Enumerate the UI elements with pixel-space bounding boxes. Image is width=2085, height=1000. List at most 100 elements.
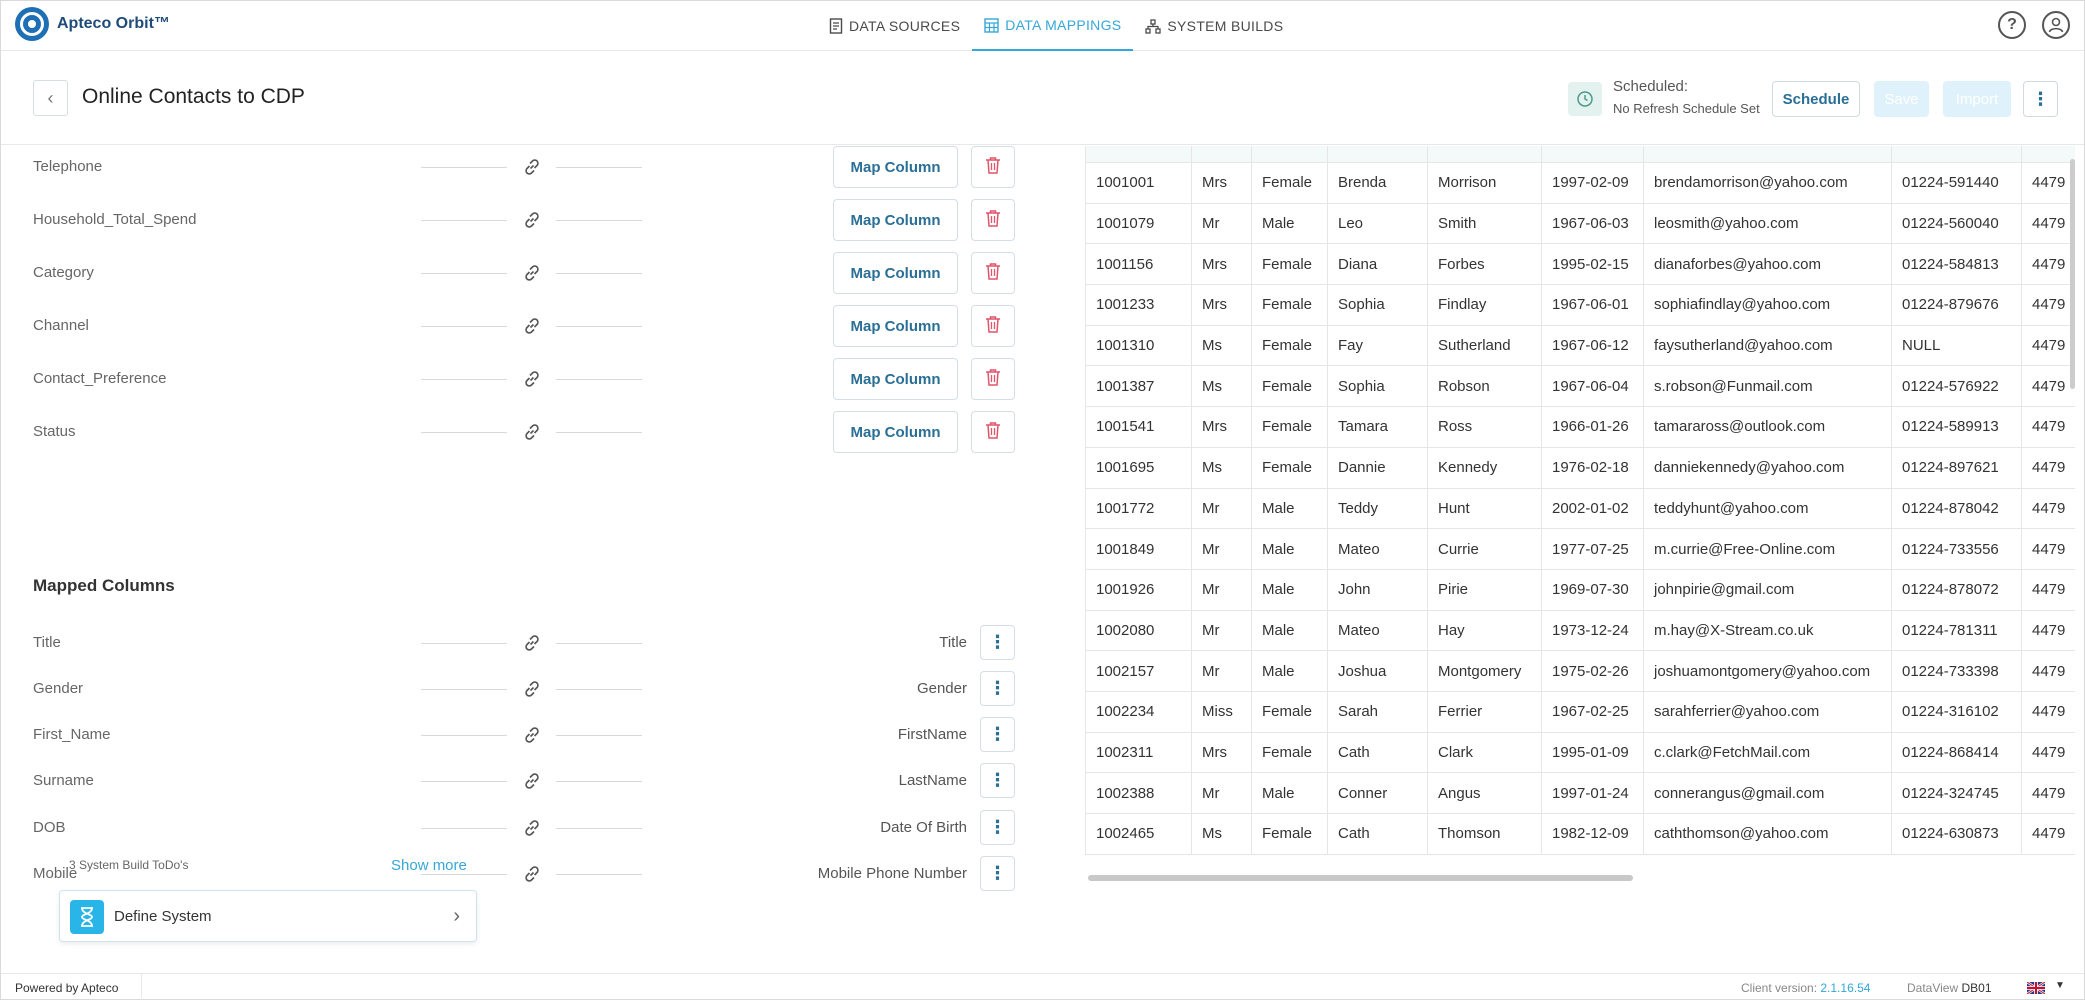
language-dropdown-caret-icon[interactable]: ▼	[2055, 980, 2065, 991]
target-field-label: Title	[939, 634, 967, 651]
table-row[interactable]: 1001541 Mrs Female Tamara Ross 1966-01-26 tama…	[1085, 406, 2075, 448]
grid-header-cell[interactable]	[1643, 146, 1892, 163]
schedule-button[interactable]: Schedule	[1772, 81, 1860, 117]
table-row[interactable]: 1001156 Mrs Female Diana Forbes 1995-02-15 dia…	[1085, 243, 2075, 286]
table-row[interactable]: 1002080 Mr Male Mateo Hay 1973-12-24 m.hay@X-S…	[1085, 609, 2075, 652]
nav-tab-system-builds[interactable]: SYSTEM BUILDS	[1133, 1, 1295, 51]
delete-button[interactable]	[971, 146, 1015, 188]
more-options-button[interactable]: ⋮	[2023, 81, 2058, 117]
connector-line	[556, 828, 642, 829]
table-row[interactable]: 1001926 Mr Male John Pirie 1969-07-30 johnpiri…	[1085, 568, 2075, 611]
table-row[interactable]: 1001233 Mrs Female Sophia Findlay 1967-06-01 s…	[1085, 284, 2075, 326]
mapped-column-row: Gender Gender ⋮	[1, 664, 1061, 714]
document-icon	[829, 18, 843, 34]
connector-line	[556, 781, 642, 782]
table-cell: Male	[1251, 202, 1328, 245]
grid-header-cell[interactable]	[1891, 146, 2022, 163]
table-row[interactable]: 1001772 Mr Male Teddy Hunt 2002-01-02 teddyhun…	[1085, 487, 2075, 530]
map-column-button[interactable]: Map Column	[833, 252, 958, 294]
table-cell: Ross	[1427, 406, 1542, 448]
connector-line	[421, 781, 507, 782]
table-row[interactable]: 1001310 Ms Female Fay Sutherland 1967-06-12 fa…	[1085, 324, 2075, 367]
grid-header-cell[interactable]	[1191, 146, 1252, 163]
table-cell: Pirie	[1427, 568, 1542, 611]
nav-tab-label: SYSTEM BUILDS	[1167, 18, 1284, 34]
horizontal-scrollbar[interactable]	[1088, 875, 1633, 881]
nav-tab-data-mappings[interactable]: DATA MAPPINGS	[972, 1, 1134, 51]
table-row[interactable]: 1001849 Mr Male Mateo Currie 1977-07-25 m.curr…	[1085, 528, 2075, 570]
grid-header-cell[interactable]	[2021, 146, 2075, 163]
table-row[interactable]: 1001695 Ms Female Dannie Kennedy 1976-02-18 da…	[1085, 446, 2075, 489]
row-options-button[interactable]: ⋮	[980, 810, 1015, 845]
row-options-button[interactable]: ⋮	[980, 763, 1015, 798]
table-cell: connerangus@gmail.com	[1643, 772, 1892, 814]
table-row[interactable]: 1002311 Mrs Female Cath Clark 1995-01-09 c.cla…	[1085, 731, 2075, 774]
target-field-label: LastName	[898, 772, 967, 789]
back-button[interactable]: ‹	[33, 80, 68, 116]
table-row[interactable]: 1001001 Mrs Female Brenda Morrison 1997-02-09…	[1085, 162, 2075, 204]
delete-button[interactable]	[971, 305, 1015, 347]
row-options-button[interactable]: ⋮	[980, 625, 1015, 660]
grid-header-cell[interactable]	[1085, 146, 1192, 163]
grid-header-cell[interactable]	[1427, 146, 1542, 163]
table-cell: Female	[1251, 731, 1328, 774]
user-account-icon[interactable]	[2042, 11, 2070, 39]
table-row[interactable]: 1002234 Miss Female Sarah Ferrier 1967-02-25 s…	[1085, 690, 2075, 733]
table-icon	[984, 17, 999, 33]
table-row[interactable]: 1001079 Mr Male Leo Smith 1967-06-03 leosmith@…	[1085, 202, 2075, 245]
table-cell: Ms	[1191, 446, 1252, 489]
save-button[interactable]: Save	[1874, 81, 1929, 117]
table-row[interactable]: 1002465 Ms Female Cath Thomson 1982-12-09 cath…	[1085, 813, 2075, 855]
delete-button[interactable]	[971, 411, 1015, 453]
table-cell: 4479	[2021, 284, 2075, 326]
import-button[interactable]: Import	[1943, 81, 2011, 117]
table-cell: 4479	[2021, 162, 2075, 204]
delete-button[interactable]	[971, 199, 1015, 241]
row-options-button[interactable]: ⋮	[980, 671, 1015, 706]
grid-header-cell[interactable]	[1541, 146, 1644, 163]
grid-header-cell[interactable]	[1251, 146, 1328, 163]
kebab-menu-icon: ⋮	[988, 817, 1007, 837]
table-cell: 1967-06-12	[1541, 324, 1644, 367]
todo-item-label: Define System	[114, 908, 212, 925]
source-column-label: Title	[33, 634, 61, 651]
map-column-button[interactable]: Map Column	[833, 199, 958, 241]
table-cell: Robson	[1427, 365, 1542, 408]
client-version-value[interactable]: 2.1.16.54	[1820, 981, 1870, 995]
delete-button[interactable]	[971, 358, 1015, 400]
table-cell: 1976-02-18	[1541, 446, 1644, 489]
uk-flag-icon[interactable]	[2027, 982, 2045, 994]
table-row[interactable]: 1002388 Mr Male Conner Angus 1997-01-24 conner…	[1085, 772, 2075, 814]
connector-line	[556, 273, 642, 274]
table-cell: 4479	[2021, 772, 2075, 814]
table-cell: Mateo	[1327, 528, 1428, 570]
app-logo[interactable]: Apteco Orbit™	[15, 7, 170, 41]
todo-item-define-system[interactable]: Define System ›	[59, 890, 477, 942]
table-cell: Mrs	[1191, 731, 1252, 774]
vertical-scrollbar[interactable]	[2070, 159, 2075, 389]
row-options-button[interactable]: ⋮	[980, 717, 1015, 752]
source-column-label: Status	[33, 423, 76, 440]
target-field-label: Gender	[916, 680, 967, 697]
source-column-label: Telephone	[33, 158, 103, 175]
connector-line	[556, 167, 642, 168]
map-column-button[interactable]: Map Column	[833, 305, 958, 347]
delete-button[interactable]	[971, 252, 1015, 294]
help-icon[interactable]: ?	[1998, 11, 2026, 39]
data-preview-grid[interactable]: 1001001 Mrs Female Brenda Morrison 1997-02-09…	[1085, 146, 2075, 881]
nav-tab-data-sources[interactable]: DATA SOURCES	[817, 1, 972, 51]
table-cell: 4479	[2021, 243, 2075, 286]
table-row[interactable]: 1001387 Ms Female Sophia Robson 1967-06-04 s.r…	[1085, 365, 2075, 408]
page-title: Online Contacts to CDP	[82, 85, 305, 108]
clock-icon	[1568, 82, 1602, 116]
table-cell: Smith	[1427, 202, 1542, 245]
row-options-button[interactable]: ⋮	[980, 856, 1015, 891]
table-cell: Female	[1251, 690, 1328, 733]
table-row[interactable]: 1002157 Mr Male Joshua Montgomery 1975-02-26 j…	[1085, 650, 2075, 692]
map-column-button[interactable]: Map Column	[833, 146, 958, 188]
show-more-link[interactable]: Show more	[391, 857, 467, 874]
client-version-label: Client version:	[1741, 981, 1818, 995]
map-column-button[interactable]: Map Column	[833, 411, 958, 453]
map-column-button[interactable]: Map Column	[833, 358, 958, 400]
grid-header-cell[interactable]	[1327, 146, 1428, 163]
